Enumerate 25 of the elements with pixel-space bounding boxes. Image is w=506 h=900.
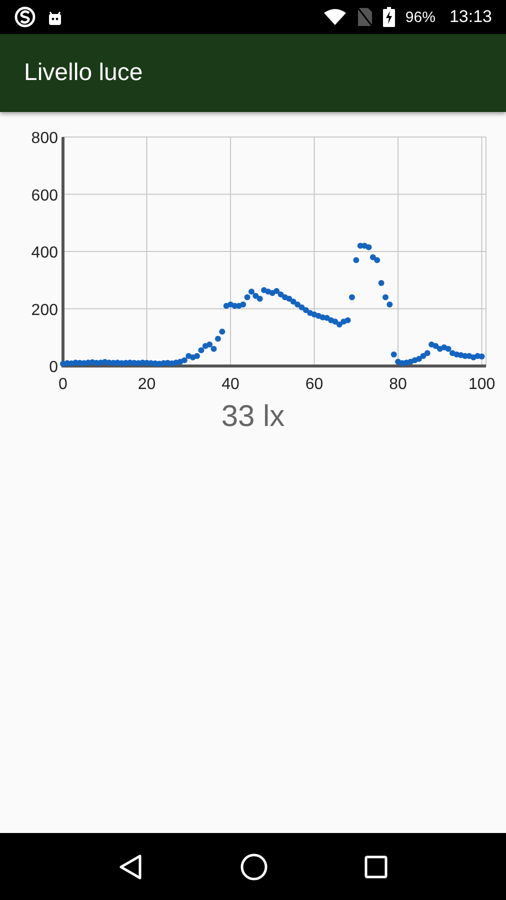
x-tick-label: 100 [468, 376, 496, 393]
y-tick-label: 800 [31, 130, 58, 147]
clock-time: 13:13 [449, 7, 492, 27]
recents-icon[interactable] [364, 854, 388, 878]
x-tick-label: 0 [58, 376, 68, 393]
x-tick-label: 40 [222, 376, 240, 393]
data-point [348, 294, 355, 300]
light-reading: 33 lx [221, 400, 285, 434]
wifi-icon [323, 8, 348, 26]
x-tick-label: 80 [389, 376, 407, 393]
battery-charging-icon [383, 7, 396, 27]
back-icon[interactable] [118, 854, 144, 880]
s-logo-icon [14, 6, 36, 28]
x-tick-label: 20 [138, 376, 156, 393]
y-tick-label: 600 [31, 187, 58, 204]
home-icon[interactable] [240, 852, 268, 880]
battery-percentage: 96% [405, 8, 436, 26]
y-tick-label: 400 [31, 244, 58, 262]
data-point [378, 280, 384, 286]
y-tick-label: 0 [49, 359, 58, 376]
data-point [353, 257, 360, 264]
app-title: Livello luce [24, 59, 143, 87]
y-tick-label: 200 [31, 302, 58, 319]
no-sim-icon [357, 7, 374, 27]
x-tick-label: 60 [305, 376, 324, 393]
